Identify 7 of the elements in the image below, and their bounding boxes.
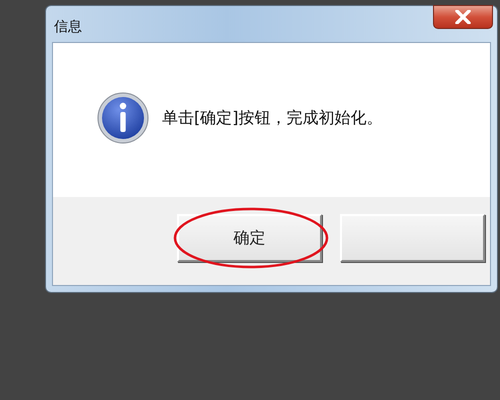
dialog-button[interactable] [340, 214, 485, 262]
close-button[interactable] [433, 5, 493, 29]
close-icon [454, 10, 472, 24]
message-text: 单击[确定]按钮，完成初始化。 [162, 108, 382, 128]
info-icon [96, 91, 150, 145]
ok-button[interactable]: 确定 [177, 214, 322, 262]
window-title: 信息 [54, 18, 82, 36]
